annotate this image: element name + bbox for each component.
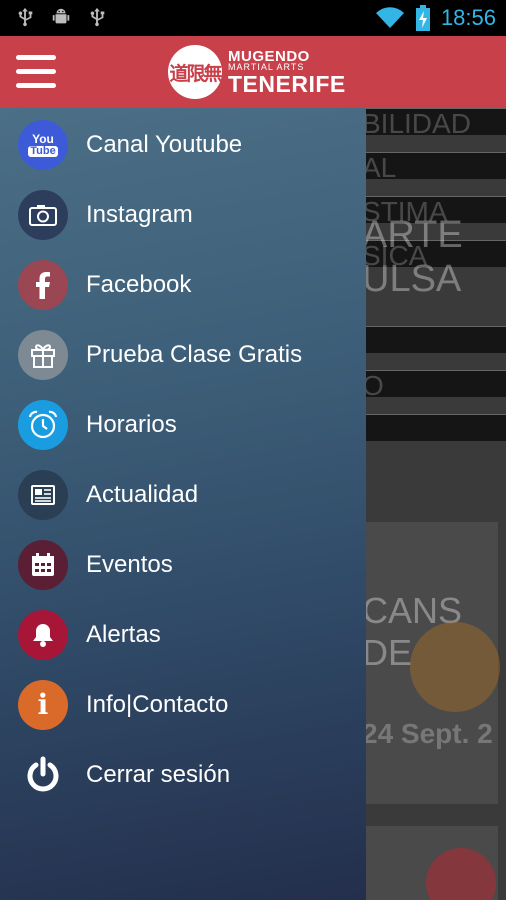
event-card-text: 24 Sept. 2 <box>366 718 493 749</box>
logo-emblem: 道限無 <box>168 45 223 99</box>
app-logo: 道限無 MUGENDO MARTIAL ARTS TENERIFE <box>168 44 346 100</box>
newspaper-icon <box>18 470 68 520</box>
menu-item-label: Canal Youtube <box>86 131 243 158</box>
background-text: ULSA <box>366 258 462 300</box>
alarm-clock-icon <box>18 400 68 450</box>
menu-item-free-class[interactable]: Prueba Clase Gratis <box>0 320 366 390</box>
menu-item-news[interactable]: Actualidad <box>0 460 366 530</box>
camera-icon <box>18 190 68 240</box>
background-text: AL <box>366 152 397 183</box>
event-card: CANS DE 24 Sept. 2 <box>366 522 500 804</box>
event-badge <box>426 848 496 900</box>
event-card-text: DE <box>366 632 413 673</box>
menu-item-label: Facebook <box>86 271 192 298</box>
menu-item-label: Instagram <box>86 201 193 228</box>
status-bar: 18:56 <box>0 0 506 36</box>
facebook-icon <box>18 260 68 310</box>
menu-item-label: Horarios <box>86 411 177 438</box>
menu-item-youtube[interactable]: You Tube Canal Youtube <box>0 110 366 180</box>
calendar-icon <box>18 540 68 590</box>
clock: 18:56 <box>440 5 496 30</box>
bell-icon <box>18 610 68 660</box>
background-text: O <box>366 370 384 401</box>
event-card <box>366 826 498 900</box>
background-page: BILIDAD AL STIMA ARTE SICA ULSA O CANS D… <box>366 108 506 900</box>
app-bar: 道限無 MUGENDO MARTIAL ARTS TENERIFE <box>0 36 506 108</box>
power-icon <box>18 750 68 800</box>
menu-item-events[interactable]: Eventos <box>0 530 366 600</box>
menu-item-schedule[interactable]: Horarios <box>0 390 366 460</box>
menu-item-logout[interactable]: Cerrar sesión <box>0 740 366 810</box>
gift-icon <box>18 330 68 380</box>
youtube-icon: You Tube <box>18 120 68 170</box>
menu-item-instagram[interactable]: Instagram <box>0 180 366 250</box>
background-text: BILIDAD <box>366 108 471 139</box>
menu-item-label: Eventos <box>86 551 173 578</box>
menu-item-label: Prueba Clase Gratis <box>86 341 303 368</box>
menu-item-label: Alertas <box>86 621 161 648</box>
wifi-icon <box>375 7 404 29</box>
info-icon: i <box>18 680 68 730</box>
menu-item-label: Info|Contacto <box>86 691 229 718</box>
event-badge <box>410 622 500 712</box>
menu-item-facebook[interactable]: Facebook <box>0 250 366 320</box>
logo-location: TENERIFE <box>228 70 346 97</box>
navigation-drawer: You Tube Canal Youtube Instagram Faceboo… <box>0 108 366 900</box>
hamburger-menu-icon[interactable] <box>16 55 56 89</box>
android-debug-icon <box>52 8 70 24</box>
menu-item-label: Cerrar sesión <box>86 761 231 788</box>
usb-icon <box>18 7 33 27</box>
menu-item-info-contact[interactable]: i Info|Contacto <box>0 670 366 740</box>
menu-item-alerts[interactable]: Alertas <box>0 600 366 670</box>
menu-item-label: Actualidad <box>86 481 199 508</box>
battery-charging-icon <box>415 5 430 31</box>
usb-icon <box>90 7 105 27</box>
